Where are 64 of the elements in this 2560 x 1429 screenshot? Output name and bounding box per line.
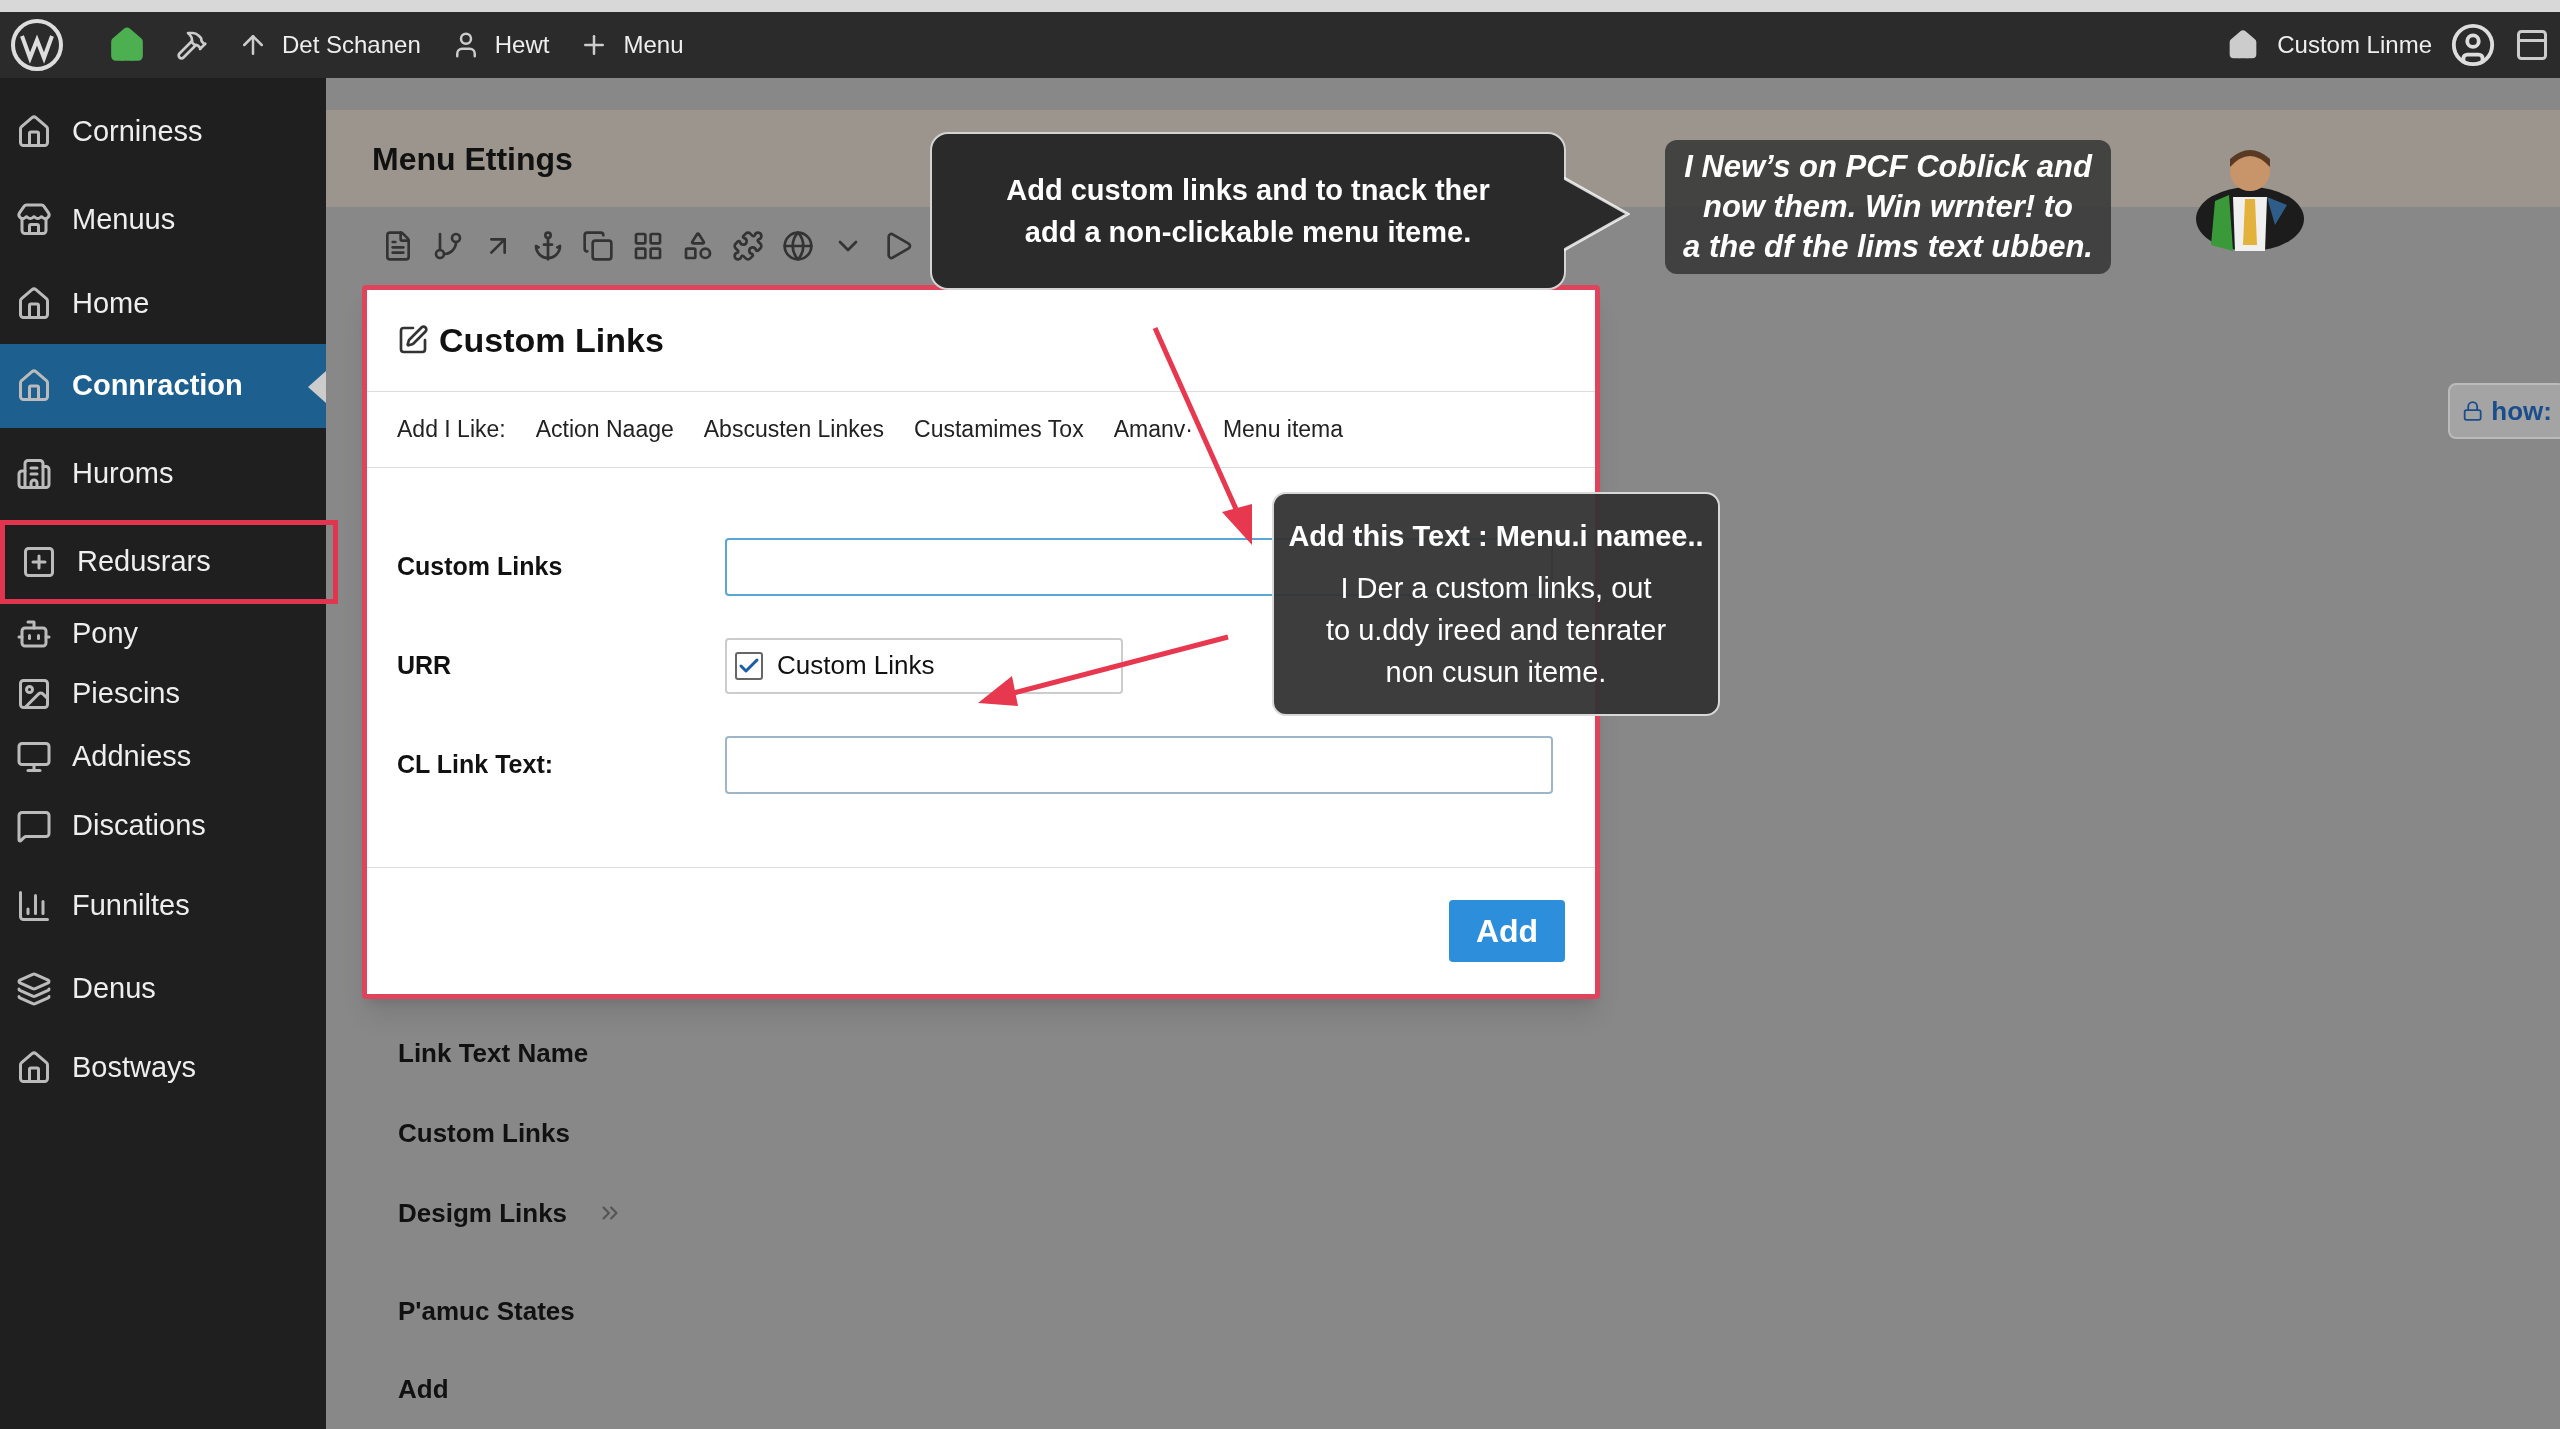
list-item[interactable]: P'amuc States xyxy=(398,1291,575,1331)
menu-icon xyxy=(16,286,52,322)
list-item[interactable]: Add xyxy=(398,1369,449,1409)
callout-text: I New’s on PCF Coblick and now them. Win wrnter! to a the df the lims text ubben. xyxy=(1683,148,2093,266)
sidebar-item[interactable]: Denus xyxy=(0,950,326,1028)
menu-icon xyxy=(16,114,52,150)
list-item[interactable]: Desigm Links xyxy=(398,1193,568,1233)
avatar-icon[interactable] xyxy=(2450,22,2496,68)
sidebar-item[interactable]: Discations xyxy=(0,790,326,862)
input-field[interactable] xyxy=(725,735,1553,794)
admin-bar-link[interactable]: Menu xyxy=(623,27,684,63)
toolbar-icon[interactable] xyxy=(582,229,614,262)
dialog-tab[interactable]: Abscusten Linkes xyxy=(703,411,885,447)
sidebar-item[interactable]: Connraction xyxy=(0,344,326,428)
list-item[interactable]: Link Text Name xyxy=(398,1033,589,1073)
menu-icon xyxy=(16,202,52,238)
menu-icon xyxy=(16,888,52,924)
sidebar-item[interactable]: Funniltes xyxy=(0,862,326,950)
menu-icon xyxy=(16,456,52,492)
toolbar-icon[interactable] xyxy=(782,229,814,262)
menu-icon xyxy=(16,808,52,844)
sidebar-item[interactable]: Home xyxy=(0,264,326,344)
sidebar-item[interactable]: Bostways xyxy=(0,1028,326,1108)
logo-icon xyxy=(10,18,64,72)
sidebar-item[interactable]: Piescins xyxy=(0,664,326,724)
sidebar-item[interactable]: Addniess xyxy=(0,724,326,790)
field-label: Custom Links xyxy=(397,550,564,582)
dialog-tab[interactable]: Add I Like: xyxy=(397,411,506,447)
toolbar-icon[interactable] xyxy=(682,229,714,262)
dialog-tab[interactable]: Amanv· xyxy=(1113,411,1193,447)
menu-icon xyxy=(16,971,52,1007)
menu-icon xyxy=(16,739,52,775)
sidebar-item[interactable]: Corniness xyxy=(0,88,326,176)
hammer-icon[interactable] xyxy=(176,29,208,61)
menu-icon xyxy=(16,1050,52,1086)
admin-bar-link[interactable]: Hewt xyxy=(494,27,550,63)
dialog-tab[interactable]: Action Naage xyxy=(535,411,674,447)
callout-text: Add custom links and to tnack ther add a non-clickable menu iteme. xyxy=(1006,173,1490,250)
menu-icon xyxy=(16,368,52,404)
checkbox[interactable] xyxy=(735,651,763,680)
menu-icon xyxy=(21,544,57,580)
lock-icon xyxy=(2462,399,2484,423)
sidebar-item[interactable]: Huroms xyxy=(0,428,326,520)
toolbar-icon[interactable] xyxy=(732,229,764,262)
current-notch-icon xyxy=(306,371,326,403)
checkbox-option[interactable]: Custom Links xyxy=(725,637,1123,694)
sidebar-item[interactable]: Pony xyxy=(0,604,326,664)
account-link[interactable]: Custom Linme xyxy=(2277,27,2432,63)
admin-bar-link[interactable]: Det Schanen xyxy=(282,27,421,63)
list-item[interactable]: Custom Links xyxy=(398,1113,570,1153)
dialog-tab[interactable]: Menu itema xyxy=(1222,411,1344,447)
callout-title: Add this Text : Menu.i namee.. xyxy=(1288,519,1704,555)
toolbar-icon[interactable] xyxy=(532,229,564,262)
window-icon[interactable] xyxy=(2514,27,2550,63)
callout-text: I Der a custom links, out to u.ddy ireed and tenrater non cusun iteme. xyxy=(1325,570,1667,690)
page-title: Menu Ettings xyxy=(372,139,573,179)
dialog-tab[interactable]: Custamimes Tox xyxy=(914,411,1084,447)
sidebar-item[interactable]: Redusrars xyxy=(0,520,338,604)
menu-icon xyxy=(16,676,52,712)
field-label: CL Link Text: xyxy=(397,748,555,780)
sidebar-item[interactable]: Menuus xyxy=(0,176,326,264)
dialog-title: Custom Links xyxy=(439,319,664,361)
home-icon[interactable] xyxy=(108,26,146,64)
field-label: URR xyxy=(397,649,453,681)
